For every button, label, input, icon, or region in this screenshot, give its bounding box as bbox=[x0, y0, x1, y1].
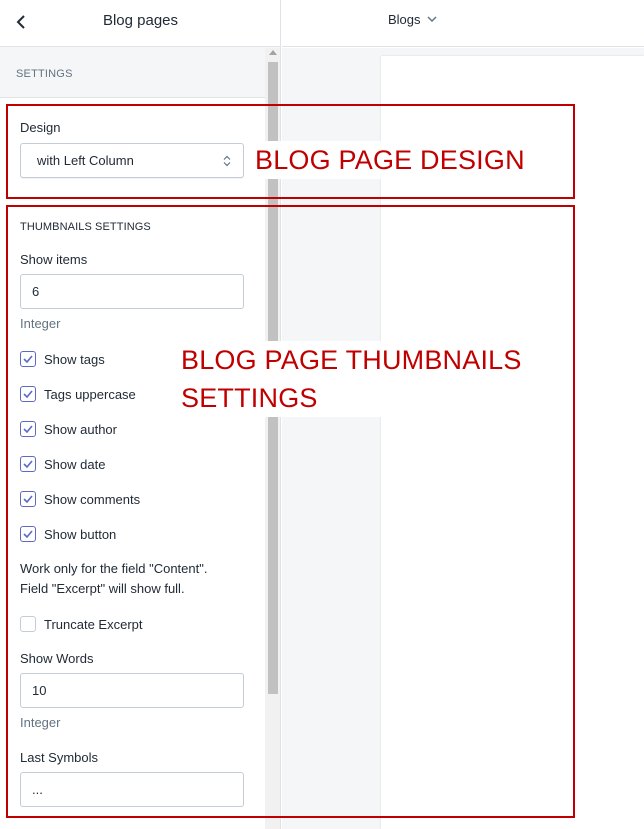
page-type-label: Blogs bbox=[388, 12, 421, 27]
thumbnails-annotation-line-2: SETTINGS bbox=[181, 383, 318, 413]
thumbnails-annotation-text: BLOG PAGE THUMBNAILS SETTINGS bbox=[181, 341, 522, 417]
design-annotation-text: BLOG PAGE DESIGN bbox=[255, 141, 525, 179]
settings-section-header: SETTINGS bbox=[0, 48, 265, 98]
thumbnails-annotation-box bbox=[6, 205, 575, 818]
thumbnails-annotation-line-1: BLOG PAGE THUMBNAILS bbox=[181, 345, 522, 375]
settings-label: SETTINGS bbox=[16, 68, 73, 80]
scroll-up-arrow-icon[interactable] bbox=[269, 50, 277, 55]
chevron-down-icon bbox=[427, 16, 437, 23]
editor-top-bar: Blogs bbox=[282, 0, 644, 47]
sidebar-header: Blog pages bbox=[0, 0, 280, 47]
page-type-selector[interactable]: Blogs bbox=[388, 12, 437, 27]
sidebar-title: Blog pages bbox=[102, 12, 179, 29]
